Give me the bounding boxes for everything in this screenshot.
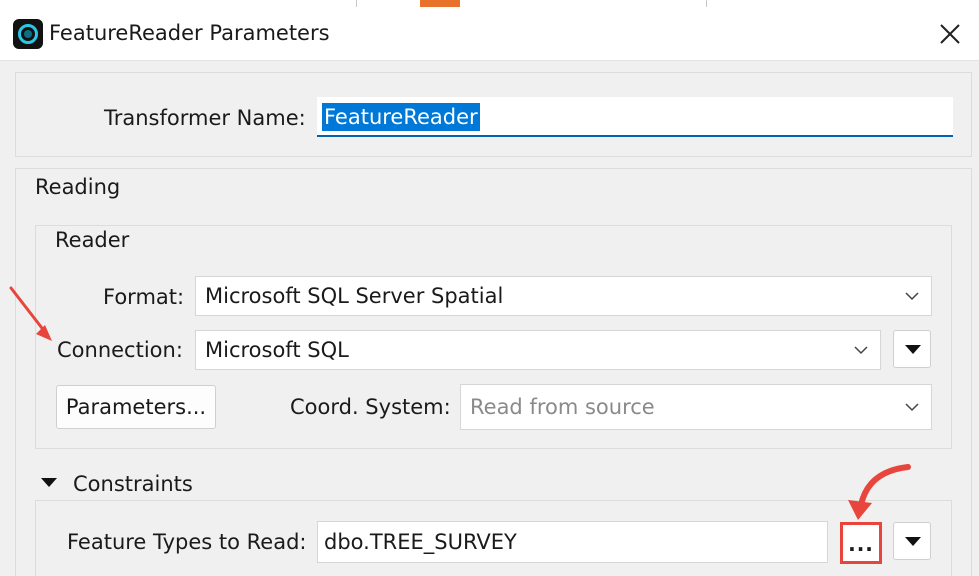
- format-label: Format:: [103, 285, 185, 309]
- dialog-title: FeatureReader Parameters: [49, 21, 330, 45]
- feature-types-options-button[interactable]: [893, 522, 931, 560]
- chevron-down-icon: [905, 292, 919, 301]
- dropdown-triangle-icon: [905, 345, 921, 354]
- connection-label: Connection:: [57, 338, 183, 362]
- dropdown-triangle-icon: [905, 537, 921, 546]
- transformer-name-input[interactable]: FeatureReader: [317, 97, 953, 137]
- connection-options-button[interactable]: [893, 330, 931, 368]
- format-value: Microsoft SQL Server Spatial: [205, 284, 504, 308]
- close-icon: [940, 24, 960, 44]
- chevron-down-icon: [854, 346, 868, 355]
- expand-triangle-icon[interactable]: [41, 478, 57, 487]
- coord-system-select[interactable]: Read from source: [460, 384, 932, 430]
- browse-feature-types-button[interactable]: ...: [840, 522, 882, 564]
- chevron-down-icon: [905, 403, 919, 412]
- parameters-button[interactable]: Parameters...: [56, 385, 216, 429]
- reading-group-label: Reading: [35, 175, 121, 199]
- transformer-name-label: Transformer Name:: [104, 106, 306, 130]
- connection-value: Microsoft SQL: [205, 338, 349, 362]
- feature-types-value: dbo.TREE_SURVEY: [324, 530, 517, 554]
- strip-highlight: [420, 0, 460, 7]
- strip-divider: [356, 0, 357, 7]
- feature-types-label: Feature Types to Read:: [67, 530, 307, 554]
- transformer-name-value: FeatureReader: [322, 103, 480, 131]
- title-bar: FeatureReader Parameters: [0, 7, 979, 61]
- reader-group-label: Reader: [55, 228, 130, 252]
- coord-system-placeholder: Read from source: [470, 395, 655, 419]
- background-window-strip: [0, 0, 979, 7]
- close-button[interactable]: [935, 19, 965, 49]
- format-select[interactable]: Microsoft SQL Server Spatial: [195, 276, 932, 316]
- connection-select[interactable]: Microsoft SQL: [195, 330, 881, 370]
- feature-types-input[interactable]: dbo.TREE_SURVEY: [317, 521, 828, 563]
- coord-system-label: Coord. System:: [290, 395, 451, 419]
- strip-divider: [706, 0, 707, 7]
- app-icon: [13, 19, 43, 49]
- constraints-group-label[interactable]: Constraints: [73, 472, 193, 496]
